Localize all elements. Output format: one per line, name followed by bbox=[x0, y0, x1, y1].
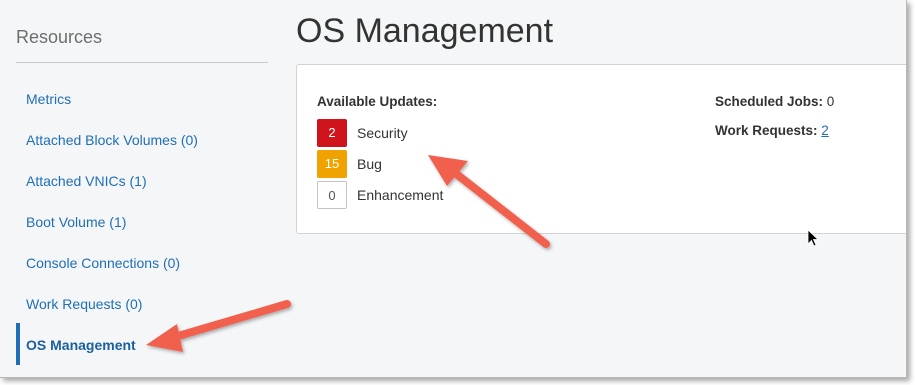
available-updates-heading: Available Updates: bbox=[317, 94, 438, 109]
scheduled-jobs: Scheduled Jobs: 0 bbox=[715, 94, 834, 109]
enhancement-count-badge: 0 bbox=[317, 181, 347, 209]
sidebar-item-attached-block-volumes[interactable]: Attached Block Volumes (0) bbox=[26, 130, 198, 150]
sidebar-item-metrics[interactable]: Metrics bbox=[26, 89, 71, 109]
enhancement-label: Enhancement bbox=[357, 187, 444, 203]
sidebar-item-boot-volume[interactable]: Boot Volume (1) bbox=[26, 212, 126, 232]
security-count-badge: 2 bbox=[317, 119, 347, 147]
os-management-panel: Available Updates: 2 Security 15 Bug 0 E… bbox=[296, 64, 906, 234]
security-label: Security bbox=[357, 125, 408, 141]
page-title: OS Management bbox=[296, 12, 554, 50]
bug-label: Bug bbox=[357, 156, 382, 172]
sidebar-item-attached-vnics[interactable]: Attached VNICs (1) bbox=[26, 171, 147, 191]
active-item-indicator bbox=[16, 323, 20, 365]
scheduled-jobs-label: Scheduled Jobs: bbox=[715, 94, 824, 109]
sidebar-item-os-management[interactable]: OS Management bbox=[26, 335, 136, 355]
resources-heading: Resources bbox=[16, 27, 103, 47]
sidebar-item-console-connections[interactable]: Console Connections (0) bbox=[26, 253, 180, 273]
work-requests-link[interactable]: 2 bbox=[821, 123, 829, 138]
resources-divider bbox=[16, 62, 268, 63]
work-requests-label: Work Requests: bbox=[715, 123, 818, 138]
resources-sidebar: Resources Metrics Attached Block Volumes… bbox=[0, 0, 280, 377]
scheduled-jobs-value: 0 bbox=[826, 94, 835, 109]
sidebar-item-work-requests[interactable]: Work Requests (0) bbox=[26, 294, 142, 314]
screenshot-frame: Resources Metrics Attached Block Volumes… bbox=[0, 0, 907, 378]
bug-count-badge: 15 bbox=[317, 150, 347, 178]
work-requests: Work Requests: 2 bbox=[715, 123, 829, 138]
